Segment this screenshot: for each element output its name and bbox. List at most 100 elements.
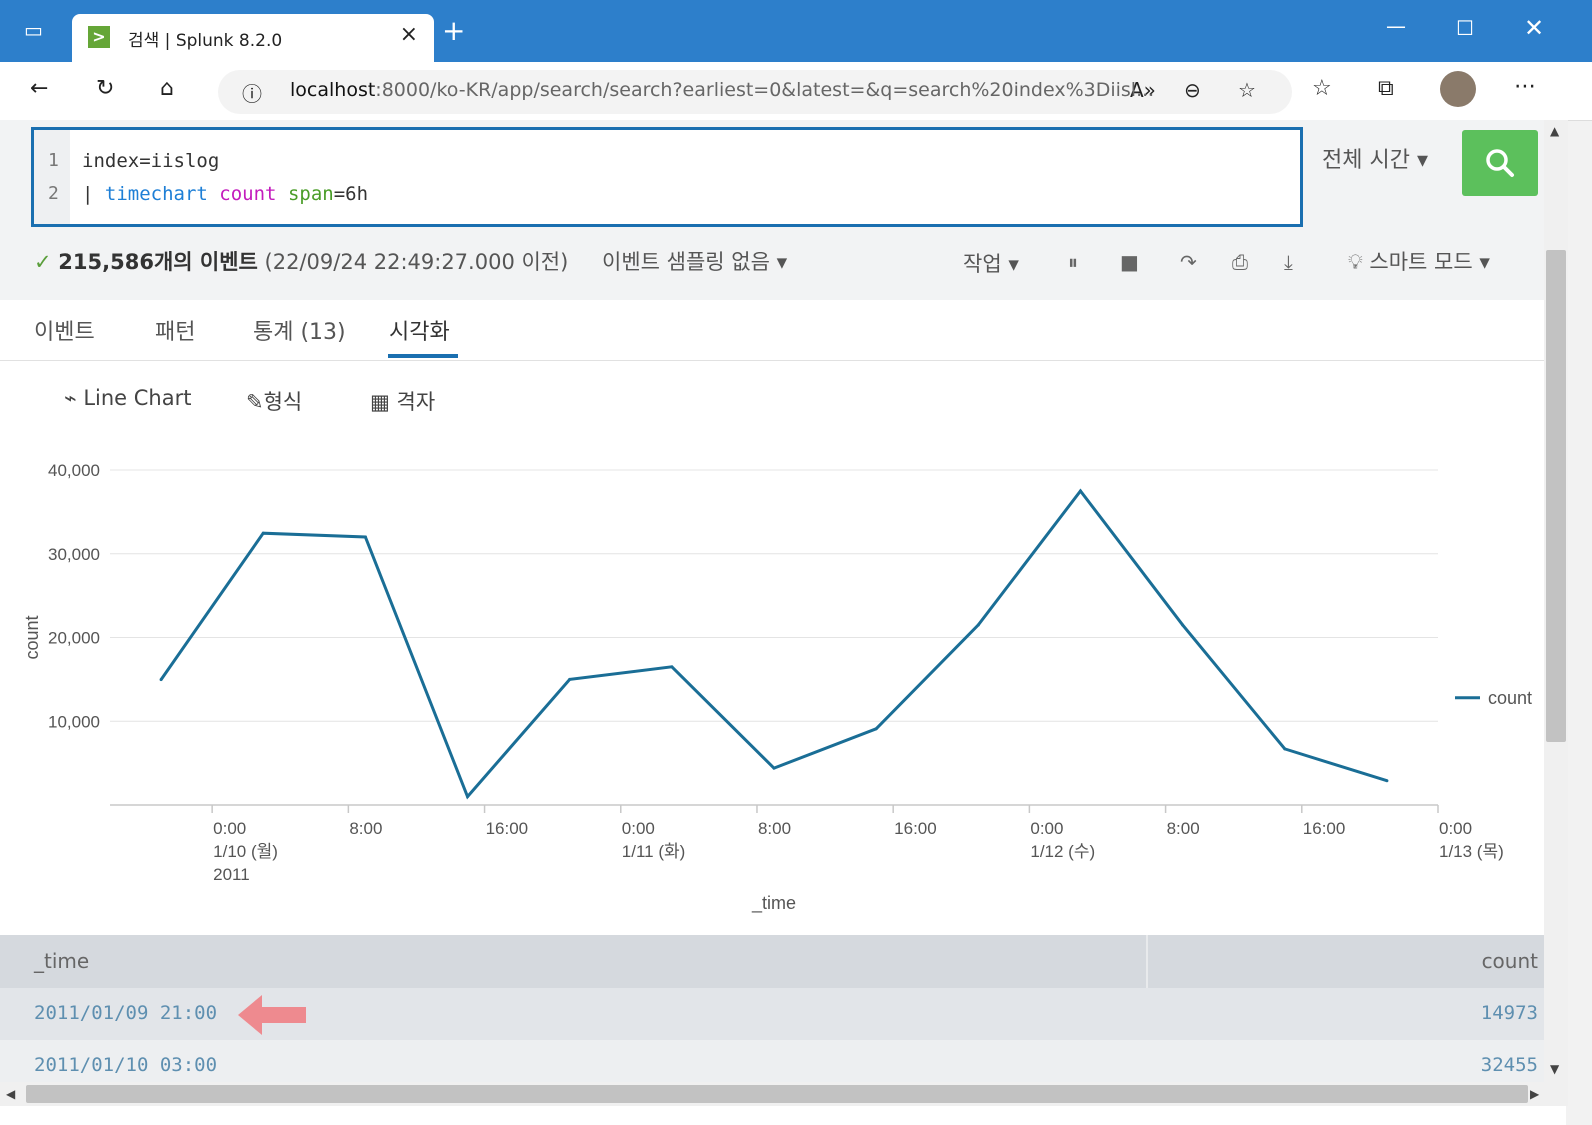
format-button[interactable]: ✎형식 bbox=[246, 386, 302, 416]
site-info-icon[interactable]: ⓘ bbox=[242, 78, 262, 107]
x-tick-label: 16:00 bbox=[894, 819, 937, 838]
tab-events[interactable]: 이벤트 bbox=[34, 314, 95, 346]
y-tick-label: 10,000 bbox=[48, 712, 100, 731]
scroll-up-icon[interactable]: ▲ bbox=[1550, 124, 1559, 138]
data-point bbox=[1385, 779, 1389, 783]
search-query-editor[interactable]: 1 2 index=iislog | timechart count span=… bbox=[31, 127, 1303, 227]
url-path: :8000/ko-KR/app/search/search?earliest=0… bbox=[375, 79, 1155, 101]
data-point bbox=[976, 623, 980, 627]
tab-actions-icon[interactable]: ▭ bbox=[24, 18, 43, 42]
time-range-picker[interactable]: 전체 시간 ▾ bbox=[1322, 142, 1428, 174]
value-token: =6h bbox=[333, 183, 369, 205]
brush-icon: ✎ bbox=[246, 390, 264, 414]
search-mode-dropdown[interactable]: 💡︎ 스마트 모드 ▾ bbox=[1348, 246, 1490, 276]
x-tick-label: 1/11 (화) bbox=[622, 842, 686, 861]
x-axis-label: _time bbox=[751, 893, 796, 914]
x-tick-label: 1/12 (수) bbox=[1030, 842, 1095, 861]
stop-icon[interactable]: ■ bbox=[1120, 250, 1139, 274]
search-button[interactable] bbox=[1462, 130, 1538, 196]
new-tab-icon[interactable]: + bbox=[442, 14, 465, 47]
splunk-page: 1 2 index=iislog | timechart count span=… bbox=[0, 120, 1566, 1125]
favorites-icon[interactable]: ☆ bbox=[1312, 76, 1332, 101]
scroll-down-icon[interactable]: ▼ bbox=[1550, 1062, 1559, 1076]
results-table-header: _time count bbox=[0, 935, 1566, 988]
print-icon[interactable]: ⎙ bbox=[1232, 250, 1248, 274]
cell-time: 2011/01/10 03:00 bbox=[34, 1054, 218, 1076]
data-point bbox=[1181, 623, 1185, 627]
y-tick-label: 40,000 bbox=[48, 461, 100, 480]
data-point bbox=[1078, 489, 1082, 493]
column-header-time[interactable]: _time bbox=[34, 949, 89, 973]
job-menu[interactable]: 작업 ▾ bbox=[963, 248, 1019, 278]
x-tick-label: 16:00 bbox=[1303, 819, 1346, 838]
data-point bbox=[261, 531, 265, 535]
x-tick-label: 0:00 bbox=[1439, 819, 1472, 838]
x-tick-label: 8:00 bbox=[758, 819, 791, 838]
visualization-toolbar: ⌁ Line Chart ✎형식 ▦ 격자 bbox=[0, 360, 1566, 440]
table-row[interactable]: 2011/01/09 21:00 14973 bbox=[0, 988, 1566, 1040]
data-point bbox=[466, 795, 470, 799]
results-tabs: 이벤트 패턴 통계 (13) 시각화 bbox=[0, 300, 1566, 361]
grid-button[interactable]: ▦ 격자 bbox=[370, 386, 435, 416]
refresh-icon[interactable]: ↻ bbox=[96, 76, 114, 101]
line-chart: 10,000 20,000 30,000 40,000 0:00 1/10 (월) 2011… bbox=[22, 461, 1532, 914]
tab-patterns[interactable]: 패턴 bbox=[155, 314, 195, 346]
close-tab-icon[interactable]: × bbox=[400, 22, 418, 47]
x-tick-label: 1/10 (월) bbox=[213, 842, 278, 861]
data-point bbox=[772, 766, 776, 770]
cell-count: 32455 bbox=[1480, 1054, 1538, 1076]
sampling-dropdown[interactable]: 이벤트 샘플링 없음 ▾ bbox=[602, 246, 787, 276]
line-number: 1 bbox=[48, 150, 59, 171]
close-window-icon[interactable]: ✕ bbox=[1524, 14, 1544, 42]
vertical-scroll-thumb[interactable] bbox=[1546, 250, 1566, 742]
query-line-1: index=iislog bbox=[82, 150, 220, 172]
event-count: 215,586개의 이벤트 bbox=[58, 250, 258, 274]
horizontal-scroll-thumb[interactable] bbox=[26, 1085, 1528, 1103]
chart-type-button[interactable]: ⌁ Line Chart bbox=[64, 386, 191, 410]
x-tick-label: 0:00 bbox=[622, 819, 655, 838]
more-icon[interactable]: ⋯ bbox=[1514, 74, 1536, 99]
url-host: localhost bbox=[290, 79, 376, 101]
url-text[interactable]: localhost:8000/ko-KR/app/search/search?e… bbox=[290, 79, 1154, 101]
job-status: ✓ 215,586개의 이벤트 (22/09/24 22:49:27.000 이… bbox=[34, 246, 568, 276]
x-tick-label: 8:00 bbox=[349, 819, 382, 838]
collections-icon[interactable]: ⧉ bbox=[1378, 76, 1394, 101]
data-point bbox=[874, 727, 878, 731]
column-header-count[interactable]: count bbox=[1482, 949, 1538, 973]
series-line-count bbox=[159, 488, 1388, 800]
grid-label: 격자 bbox=[396, 390, 436, 414]
query-line-2: | timechart count span=6h bbox=[82, 183, 368, 205]
x-tick-label: 8:00 bbox=[1167, 819, 1200, 838]
argument-token: span bbox=[287, 183, 334, 205]
pipe-token: | bbox=[82, 183, 105, 205]
y-tick-label: 30,000 bbox=[48, 545, 100, 564]
cell-count: 14973 bbox=[1480, 1002, 1538, 1024]
active-tab-indicator bbox=[388, 354, 458, 358]
browser-tab[interactable]: > 검색 | Splunk 8.2.0 × bbox=[72, 14, 434, 62]
line-number-gutter: 1 2 bbox=[34, 130, 70, 224]
tab-title: 검색 | Splunk 8.2.0 bbox=[128, 31, 283, 51]
minimize-icon[interactable]: — bbox=[1386, 14, 1406, 38]
y-axis-label: count bbox=[22, 615, 42, 659]
format-label: 형식 bbox=[263, 390, 303, 414]
check-icon: ✓ bbox=[34, 250, 52, 274]
zoom-icon[interactable]: ⊖ bbox=[1184, 78, 1201, 102]
lightbulb-icon: 💡︎ bbox=[1348, 250, 1370, 274]
home-icon[interactable]: ⌂ bbox=[160, 76, 174, 101]
pause-icon[interactable]: ⏸ bbox=[1068, 250, 1078, 274]
add-favorite-icon[interactable]: ☆ bbox=[1238, 78, 1256, 102]
back-icon[interactable]: ← bbox=[30, 76, 48, 101]
maximize-icon[interactable]: ☐ bbox=[1456, 16, 1474, 40]
cell-time: 2011/01/09 21:00 bbox=[34, 1002, 218, 1024]
scroll-right-icon[interactable]: ▶ bbox=[1530, 1087, 1539, 1101]
export-icon[interactable]: ⤓ bbox=[1284, 250, 1293, 274]
event-timestamp: (22/09/24 22:49:27.000 이전) bbox=[264, 250, 569, 274]
profile-avatar[interactable] bbox=[1440, 71, 1476, 107]
data-point bbox=[670, 665, 674, 669]
share-icon[interactable]: ↷ bbox=[1180, 250, 1197, 274]
scroll-left-icon[interactable]: ◀ bbox=[6, 1087, 15, 1101]
tab-statistics[interactable]: 통계 (13) bbox=[253, 314, 346, 346]
grid-icon: ▦ bbox=[370, 390, 397, 414]
y-tick-label: 20,000 bbox=[48, 629, 100, 648]
tab-visualization[interactable]: 시각화 bbox=[389, 314, 450, 346]
